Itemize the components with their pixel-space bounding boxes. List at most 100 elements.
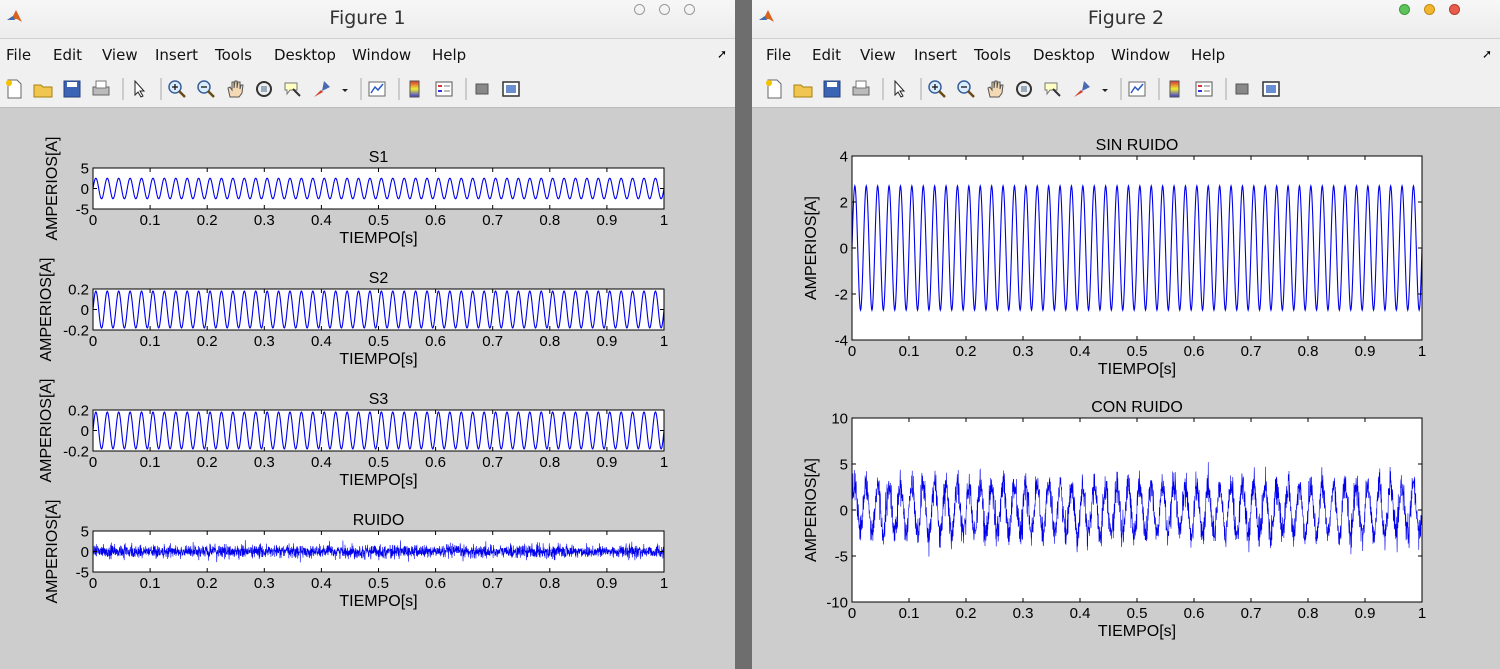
fig2-subplot-1-xtick-label: 1 [1418,343,1426,360]
brush-icon[interactable] [314,81,330,97]
show-tools-icon[interactable] [502,81,520,97]
zoom-out-icon[interactable] [957,80,975,98]
menu-window[interactable]: Window [1111,46,1170,64]
rotate-3d-icon[interactable] [1016,81,1032,97]
fig1-subplot-4-xtick-label: 0.9 [596,575,617,592]
fig1-subplot-1-xtick-label: 0.1 [140,212,161,229]
pan-icon[interactable] [987,80,1004,98]
fig1-subplot-2-ytick-label: 0.2 [68,281,89,298]
fig1-subplot-2-axes[interactable]: 0 0.1 0.2 0.3 0.4 0.5 0.6 0.7 0.8 0.9 10.20-0.2S2T… [38,257,668,368]
save-icon[interactable] [63,80,81,98]
menu-edit[interactable]: Edit [53,46,82,64]
fig1-subplot-1-xtick-label: 0.3 [254,212,275,229]
print-icon[interactable] [852,80,870,96]
fig1-subplot-4-axes[interactable]: 0 0.1 0.2 0.3 0.4 0.5 0.6 0.7 0.8 0.9 150-5RUIDOTI… [44,499,668,610]
fig2-subplot-1-xtick-label: 0.7 [1241,343,1262,360]
colorbar-icon[interactable] [1169,80,1180,98]
open-file-icon[interactable] [793,84,813,98]
fig1-subplot-1-ytick-label: 5 [81,160,89,177]
save-icon[interactable] [823,80,841,98]
minimize-button[interactable] [634,4,645,15]
fig2-subplot-1-axes[interactable]: 0 0.1 0.2 0.3 0.4 0.5 0.6 0.7 0.8 0.9 1 4 2 0 -2 -4 SIN … [803,137,1426,378]
title-bar[interactable]: Figure 2 [752,0,1500,39]
fig2-subplot-1-ytick-label: -4 [835,332,848,349]
zoom-in-icon[interactable] [928,80,946,98]
dropdown-icon[interactable] [342,89,348,92]
fig1-subplot-3-xtick-label: 0.4 [311,454,332,471]
close-button[interactable] [684,4,695,15]
pan-icon[interactable] [227,80,244,98]
link-plot-icon[interactable] [1128,81,1146,97]
print-icon[interactable] [92,80,110,96]
fig1-subplot-2-xtick-label: 0.7 [482,333,503,350]
fig1-subplot-1-title: S1 [369,149,389,166]
menu-help[interactable]: Help [432,46,466,64]
fig1-subplot-3-title: S3 [369,391,389,408]
fig1-subplot-4-xtick-label: 0.1 [140,575,161,592]
fig1-subplot-4-ytick-label: 0 [81,544,89,561]
menu-tools[interactable]: Tools [974,46,1011,64]
menu-edit[interactable]: Edit [812,46,841,64]
dock-icon[interactable]: ➚ [1482,47,1492,61]
fig2-subplot-2-xtick-label: 0.3 [1013,605,1034,622]
menu-desktop[interactable]: Desktop [1033,46,1095,64]
legend-icon[interactable] [1195,81,1213,97]
fig1-subplot-3-ytick-label: 0 [81,423,89,440]
menu-insert[interactable]: Insert [155,46,198,64]
pointer-icon[interactable] [894,79,906,98]
title-bar[interactable]: Figure 1 [0,0,735,39]
fig1-subplot-2-xtick-label: 0.4 [311,333,332,350]
minimize-button[interactable] [1424,4,1435,15]
fig1-subplot-4-ytick-label: -5 [76,564,89,581]
menu-insert[interactable]: Insert [914,46,957,64]
fig1-subplot-1-axes[interactable]: 0 0.1 0.2 0.3 0.4 0.5 0.6 0.7 0.8 0.9 150-5S1TIEMP… [44,136,668,247]
close-button[interactable] [1449,4,1460,15]
fig1-subplot-4-ylabel: AMPERIOS[A] [44,499,61,603]
fig1-subplot-1-ytick-label: -5 [76,201,89,218]
menu-tools[interactable]: Tools [215,46,252,64]
menu-view[interactable]: View [860,46,896,64]
dock-icon[interactable]: ➚ [717,47,727,61]
zoom-in-icon[interactable] [168,80,186,98]
fig1-subplot-2-xtick-label: 1 [660,333,668,350]
fig1-subplot-3-axes[interactable]: 0 0.1 0.2 0.3 0.4 0.5 0.6 0.7 0.8 0.9 10.20-0.2S3T… [38,378,668,489]
fig1-subplot-1-xtick-label: 0 [89,212,97,229]
fig1-subplot-4-title: RUIDO [353,512,405,529]
fig2-subplot-2-xtick-label: 1 [1418,605,1426,622]
maximize-button[interactable] [1399,4,1410,15]
hide-tools-icon[interactable] [475,83,489,95]
menu-view[interactable]: View [102,46,138,64]
new-figure-icon[interactable] [766,79,782,99]
fig1-subplot-3-xtick-label: 0 [89,454,97,471]
menu-help[interactable]: Help [1191,46,1225,64]
open-file-icon[interactable] [33,84,53,98]
fig2-subplot-2-xlabel: TIEMPO[s] [1098,623,1176,640]
menu-file[interactable]: File [766,46,791,64]
new-figure-icon[interactable] [6,79,22,99]
link-plot-icon[interactable] [368,81,386,97]
fig2-subplot-1-ytick-label: 4 [840,148,848,165]
legend-icon[interactable] [435,81,453,97]
colorbar-icon[interactable] [409,80,420,98]
data-cursor-icon[interactable] [284,82,301,97]
maximize-button[interactable] [659,4,670,15]
show-tools-icon[interactable] [1262,81,1280,97]
hide-tools-icon[interactable] [1235,83,1249,95]
fig2-subplot-2-axes[interactable]: 0 0.1 0.2 0.3 0.4 0.5 0.6 0.7 0.8 0.9 1 10 5 0 -5 -10 CO… [803,399,1426,640]
zoom-out-icon[interactable] [197,80,215,98]
fig1-subplot-2-ylabel: AMPERIOS[A] [38,257,55,361]
fig2-subplot-2-ytick-label: 5 [840,456,848,473]
pointer-icon[interactable] [134,79,146,98]
fig1-subplot-3-xtick-label: 0.7 [482,454,503,471]
fig1-subplot-1-xtick-label: 0.9 [596,212,617,229]
data-cursor-icon[interactable] [1044,82,1061,97]
menu-file[interactable]: File [6,46,31,64]
fig2-subplot-2-ytick-label: 0 [840,502,848,519]
dropdown-icon[interactable] [1102,89,1108,92]
fig2-subplot-1-xtick-label: 0 [848,343,856,360]
menu-window[interactable]: Window [352,46,411,64]
menu-desktop[interactable]: Desktop [274,46,336,64]
fig1-subplot-2-xtick-label: 0.1 [140,333,161,350]
rotate-3d-icon[interactable] [256,81,272,97]
brush-icon[interactable] [1074,81,1090,97]
